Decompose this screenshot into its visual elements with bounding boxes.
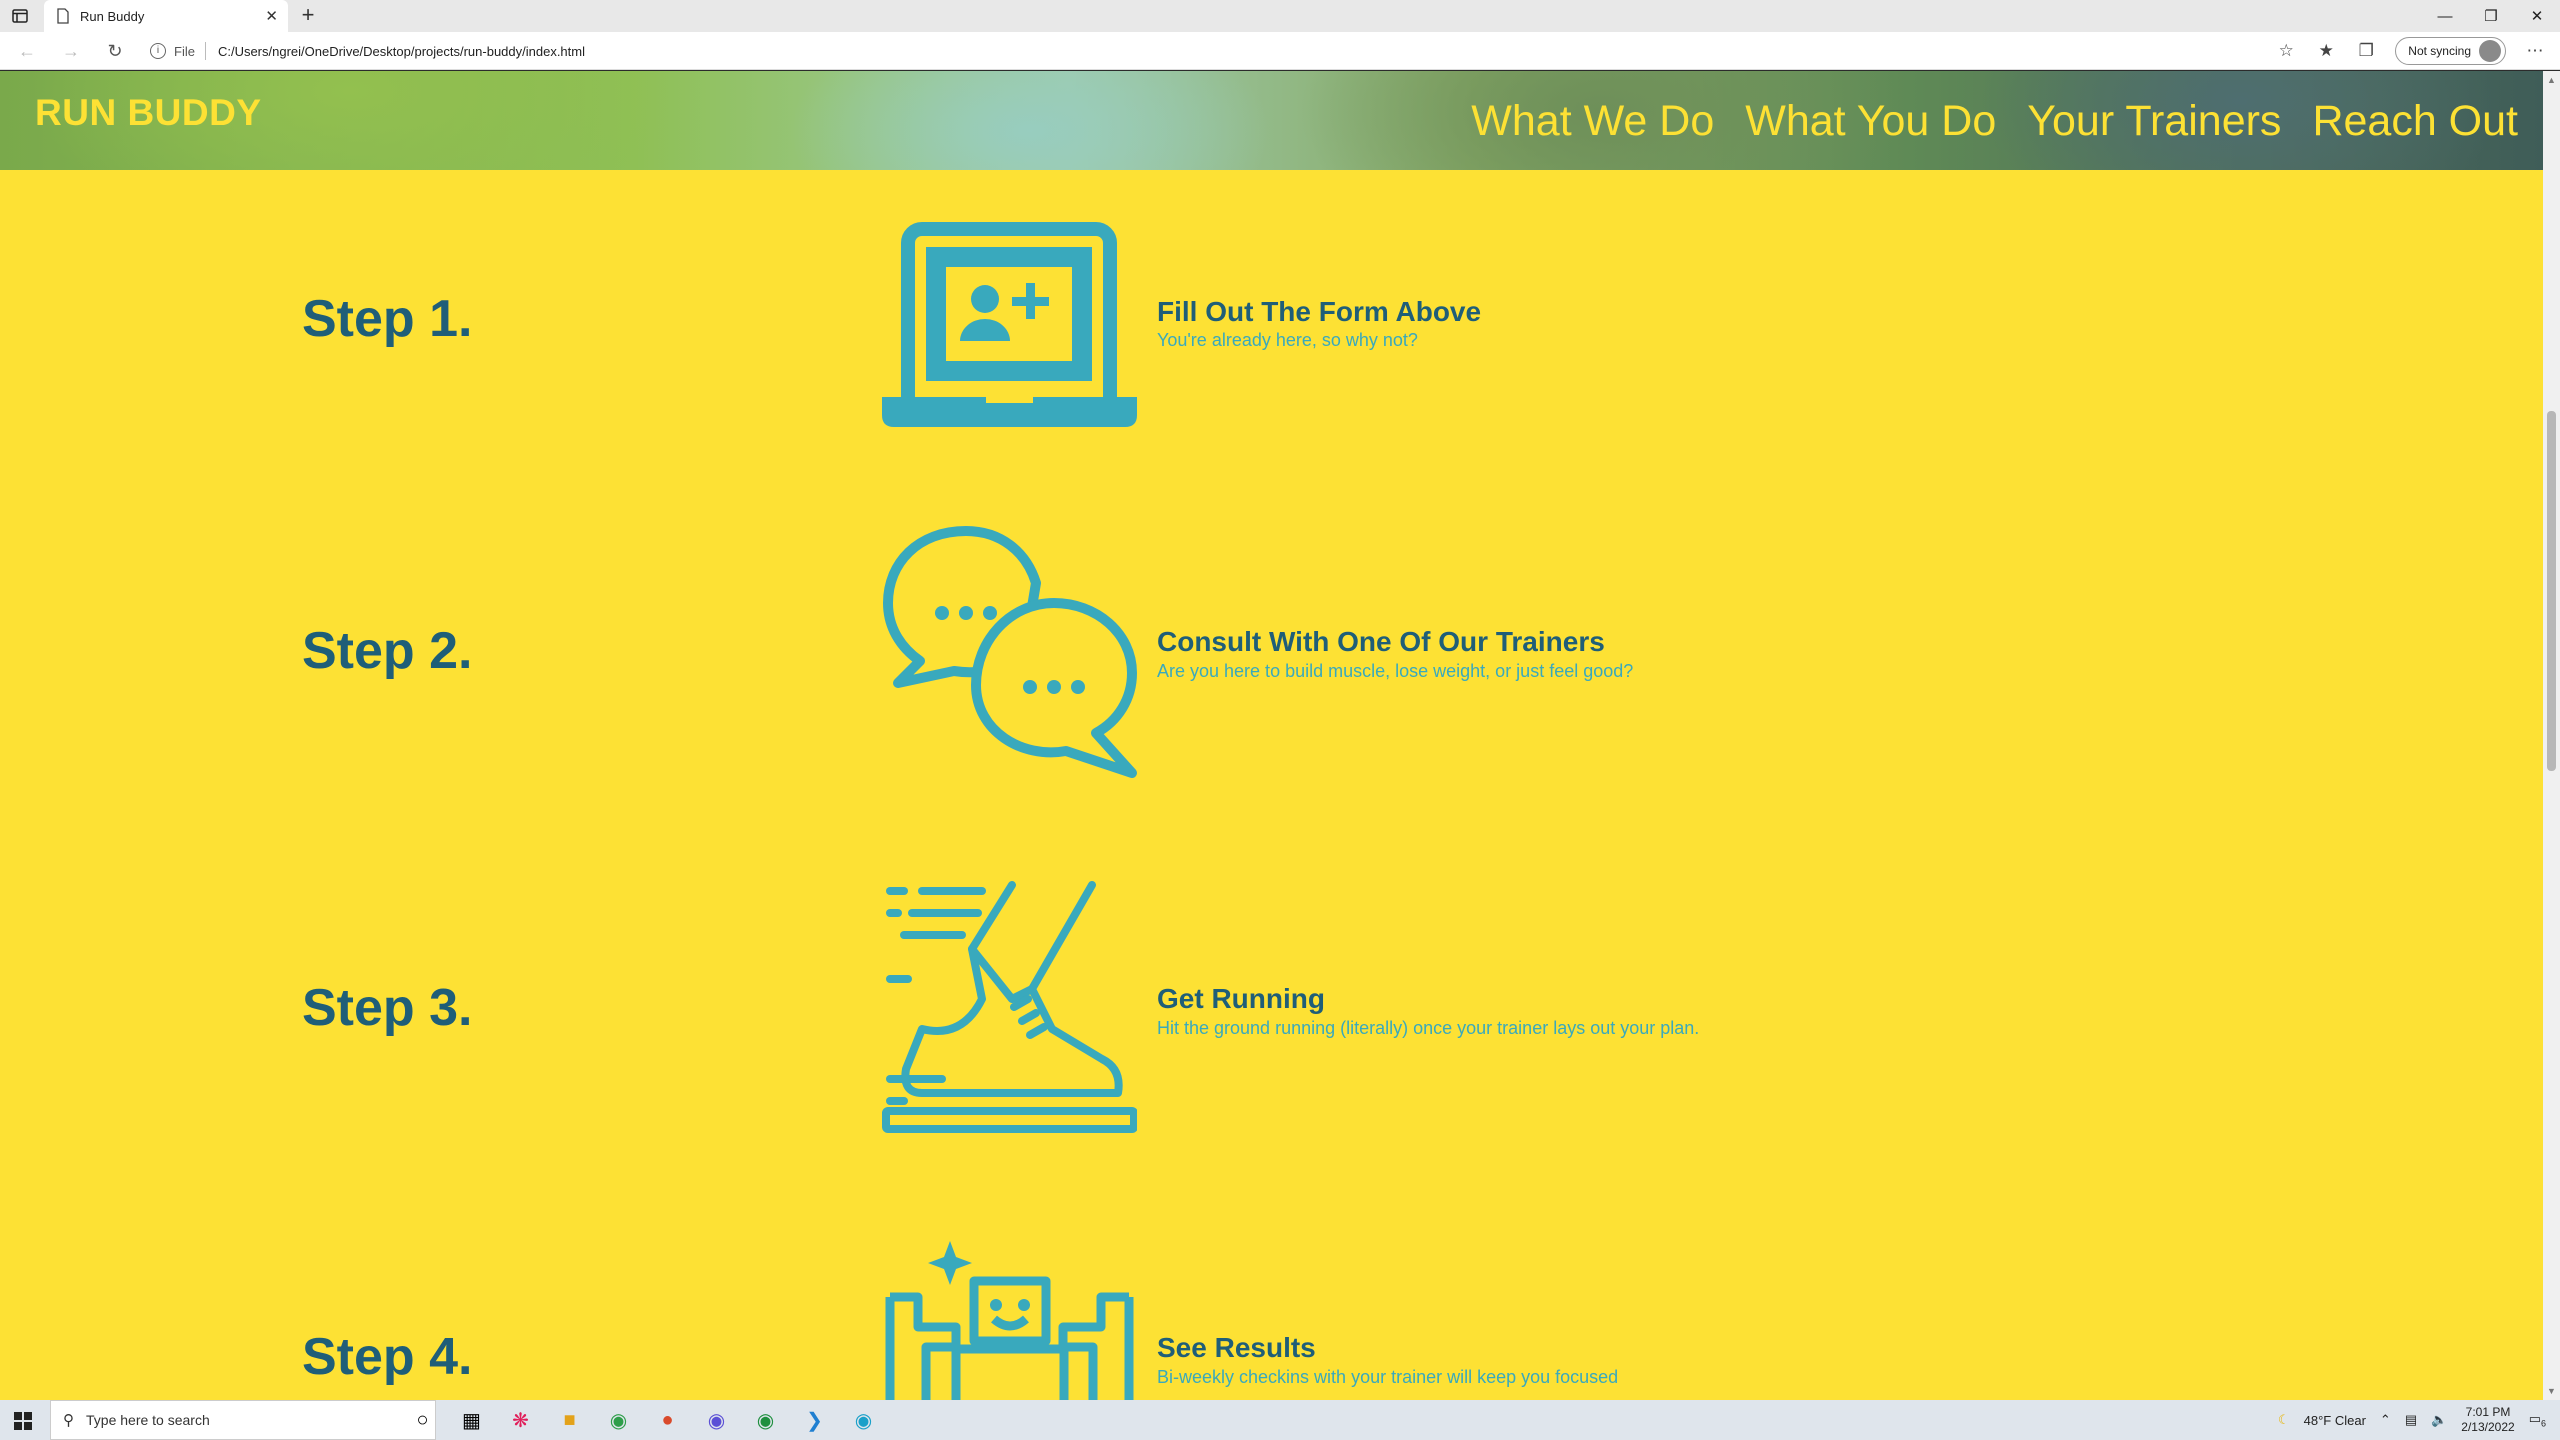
page-icon xyxy=(57,8,69,24)
profile-sync-button[interactable]: Not syncing xyxy=(2395,37,2506,65)
vscode-icon[interactable]: ❯ xyxy=(790,1400,839,1440)
refresh-icon[interactable]: ↻ xyxy=(104,41,126,63)
windows-taskbar: ⚲ Type here to search ○ ▦ ❋ ■ ◉ ● ◉ ◉ ❯ … xyxy=(0,1400,2560,1440)
taskbar-clock[interactable]: 7:01 PM 2/13/2022 xyxy=(2461,1405,2514,1435)
step-4-desc: Bi-weekly checkins with your trainer wil… xyxy=(1157,1367,1619,1387)
app-icon-red[interactable]: ● xyxy=(643,1400,692,1440)
file-explorer-icon[interactable]: ■ xyxy=(545,1400,594,1440)
back-icon[interactable]: ← xyxy=(16,41,38,63)
browser-tab-bar: Run Buddy ✕ + — ❐ ✕ xyxy=(0,0,2560,32)
volume-icon[interactable]: 🔈 xyxy=(2431,1412,2447,1428)
step-4-heading: See Results xyxy=(1157,1332,1316,1363)
weather-text[interactable]: 48°F Clear xyxy=(2304,1413,2366,1428)
forward-icon[interactable]: → xyxy=(60,41,82,63)
cortana-icon[interactable]: ○ xyxy=(398,1400,447,1440)
chat-bubbles-icon xyxy=(883,526,1137,778)
search-icon: ⚲ xyxy=(63,1412,74,1429)
step-1-heading: Fill Out The Form Above xyxy=(1157,296,1482,327)
scrollbar-thumb[interactable] xyxy=(2547,411,2556,771)
close-tab-icon[interactable]: ✕ xyxy=(265,7,278,25)
nav-link-what-we-do[interactable]: What We Do xyxy=(1471,97,1714,146)
site-logo[interactable]: RUN BUDDY xyxy=(35,92,262,134)
notification-count: 6 xyxy=(2540,1418,2546,1429)
address-bar[interactable]: i File C:/Users/ngrei/OneDrive/Desktop/p… xyxy=(150,36,2290,66)
minimize-icon[interactable]: — xyxy=(2422,0,2468,32)
step-3-title: Step 3. xyxy=(302,979,473,1037)
network-icon[interactable]: ▤ xyxy=(2405,1412,2417,1428)
search-placeholder: Type here to search xyxy=(86,1412,210,1428)
favorites-icon[interactable]: ★ xyxy=(2315,40,2337,62)
nav-link-your-trainers[interactable]: Your Trainers xyxy=(2027,97,2281,146)
app-icon-purple[interactable]: ◉ xyxy=(692,1400,741,1440)
step-1-title: Step 1. xyxy=(302,290,473,348)
site-header: RUN BUDDY What We Do What You Do Your Tr… xyxy=(0,71,2543,170)
scroll-down-icon[interactable]: ▼ xyxy=(2543,1386,2560,1396)
windows-start-icon[interactable] xyxy=(14,1412,32,1430)
step-1-desc: You're already here, so why not? xyxy=(1157,330,1418,350)
step-3-heading: Get Running xyxy=(1157,983,1325,1014)
slack-icon[interactable]: ❋ xyxy=(496,1400,545,1440)
page-viewport: RUN BUDDY What We Do What You Do Your Tr… xyxy=(0,71,2543,1400)
info-icon[interactable]: i xyxy=(150,43,166,59)
task-view-icon[interactable]: ▦ xyxy=(447,1400,496,1440)
step-2-desc: Are you here to build muscle, lose weigh… xyxy=(1157,661,1634,681)
main-nav: What We Do What You Do Your Trainers Rea… xyxy=(1471,97,2518,146)
chrome-alt-icon[interactable]: ◉ xyxy=(741,1400,790,1440)
show-hidden-icons-icon[interactable]: ⌃ xyxy=(2380,1412,2391,1428)
nav-link-what-you-do[interactable]: What You Do xyxy=(1745,97,1996,146)
running-shoe-icon xyxy=(882,881,1137,1133)
address-divider xyxy=(204,42,206,60)
weather-icon[interactable]: ☾ xyxy=(2278,1412,2290,1428)
step-3-desc: Hit the ground running (literally) once … xyxy=(1157,1018,1700,1038)
edge-icon[interactable]: ◉ xyxy=(839,1400,888,1440)
browser-tab[interactable]: Run Buddy ✕ xyxy=(44,0,288,32)
step-4-title: Step 4. xyxy=(302,1328,473,1386)
add-favorite-icon[interactable]: ☆ xyxy=(2275,40,2297,62)
notifications-icon[interactable]: ▭6 xyxy=(2529,1411,2546,1429)
step-2-heading: Consult With One Of Our Trainers xyxy=(1157,626,1605,657)
clock-date: 2/13/2022 xyxy=(2461,1420,2515,1434)
chrome-icon[interactable]: ◉ xyxy=(594,1400,643,1440)
restore-icon[interactable]: ❐ xyxy=(2468,0,2514,32)
strong-robot-icon xyxy=(885,1241,1134,1400)
clock-time: 7:01 PM xyxy=(2465,1405,2511,1419)
tab-title: Run Buddy xyxy=(80,8,145,24)
browser-toolbar: ← → ↻ i File C:/Users/ngrei/OneDrive/Des… xyxy=(0,32,2560,70)
nav-link-reach-out[interactable]: Reach Out xyxy=(2312,97,2518,146)
more-options-icon[interactable]: ⋯ xyxy=(2524,40,2546,62)
tab-actions-icon[interactable] xyxy=(10,6,38,26)
step-2-title: Step 2. xyxy=(302,622,473,680)
address-scheme: File xyxy=(174,43,195,59)
sync-label: Not syncing xyxy=(2408,44,2471,58)
address-url[interactable]: C:/Users/ngrei/OneDrive/Desktop/projects… xyxy=(218,44,585,59)
new-tab-button[interactable]: + xyxy=(296,4,320,28)
page-scrollbar[interactable]: ▲ ▼ xyxy=(2543,71,2560,1400)
avatar xyxy=(2479,40,2501,62)
scroll-up-icon[interactable]: ▲ xyxy=(2543,75,2560,85)
close-window-icon[interactable]: ✕ xyxy=(2514,0,2560,32)
collections-icon[interactable]: ❐ xyxy=(2355,40,2377,62)
laptop-add-user-icon xyxy=(882,222,1137,427)
taskbar-search-input[interactable]: ⚲ Type here to search xyxy=(50,1400,436,1440)
